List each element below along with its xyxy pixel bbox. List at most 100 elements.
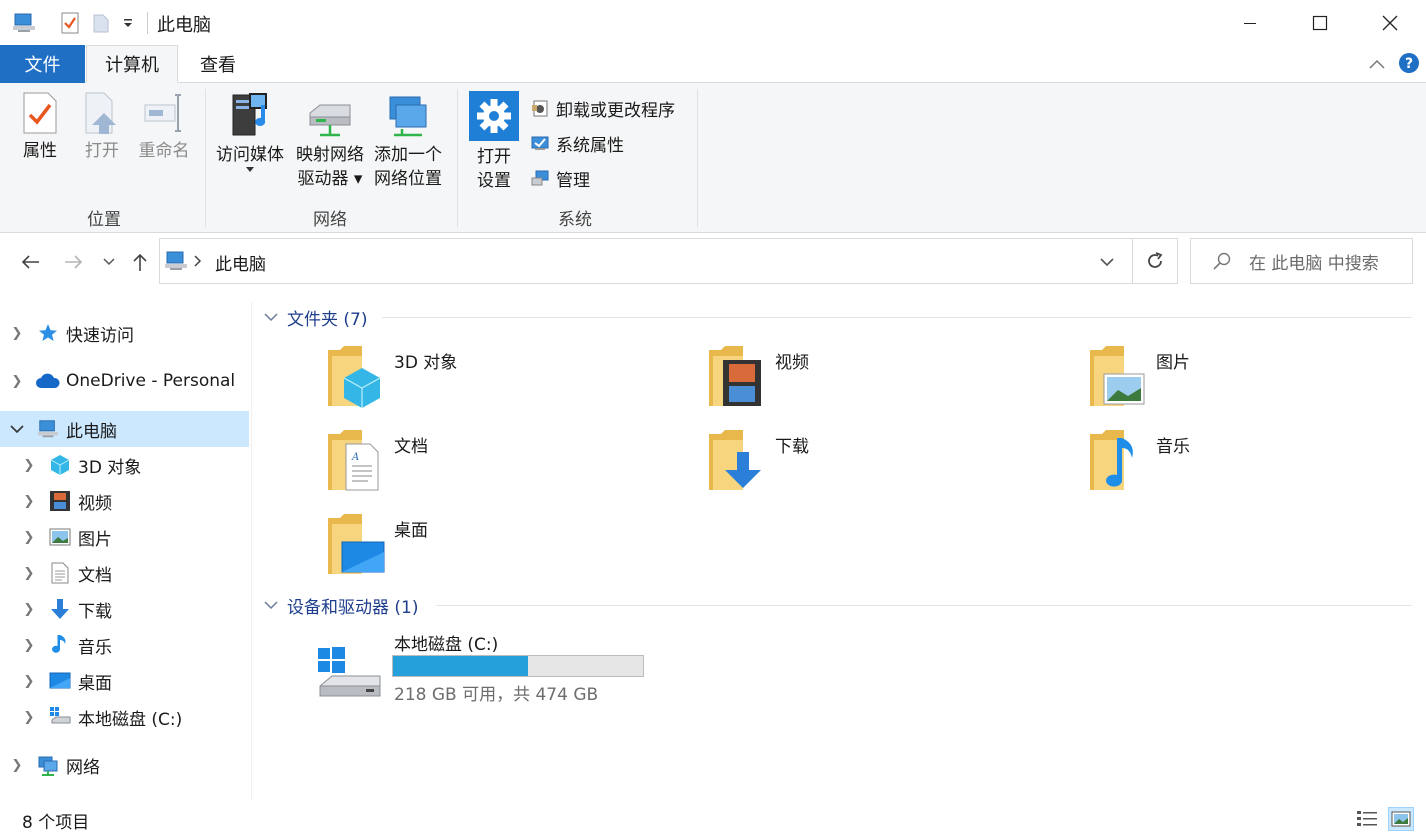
sidebar-item-videos[interactable]: ❯ 视频 bbox=[0, 483, 249, 519]
sidebar-item-3d-objects[interactable]: ❯ 3D 对象 bbox=[0, 447, 249, 483]
chevron-right-icon[interactable]: ❯ bbox=[9, 757, 25, 773]
back-button[interactable] bbox=[16, 248, 44, 276]
sidebar-item-pictures[interactable]: ❯ 图片 bbox=[0, 519, 249, 555]
rename-label: 重命名 bbox=[138, 141, 190, 161]
chevron-right-icon[interactable]: ❯ bbox=[9, 325, 25, 341]
rename-button[interactable]: 重命名 bbox=[136, 91, 192, 163]
hard-drive-icon bbox=[50, 707, 71, 724]
chevron-right-icon[interactable]: ❯ bbox=[9, 373, 25, 389]
access-media-button[interactable]: 访问媒体 bbox=[214, 91, 286, 172]
system-properties-label: 系统属性 bbox=[556, 135, 624, 156]
sidebar-item-local-disk[interactable]: ❯ 本地磁盘 (C:) bbox=[0, 699, 249, 735]
folder-desktop-icon bbox=[328, 514, 385, 574]
navigation-pane: ❯ 快速访问 ❯ OneDrive - Personal 此电脑 ❯ 3D 对象… bbox=[0, 302, 252, 800]
sidebar-item-this-pc[interactable]: 此电脑 bbox=[0, 411, 249, 447]
properties-quick-icon[interactable] bbox=[58, 10, 82, 36]
sidebar-item-onedrive[interactable]: ❯ OneDrive - Personal bbox=[0, 363, 249, 399]
folder-3d-objects[interactable]: 3D 对象 bbox=[326, 346, 686, 426]
chevron-right-icon[interactable]: ❯ bbox=[21, 637, 37, 653]
status-bar: 8 个项目 bbox=[0, 801, 1426, 837]
folder-downloads[interactable]: 下载 bbox=[707, 430, 1067, 510]
sidebar-item-documents[interactable]: ❯ 文档 bbox=[0, 555, 249, 591]
refresh-icon bbox=[1148, 252, 1163, 268]
manage-button[interactable]: 管理 bbox=[530, 165, 590, 191]
uninstall-program-button[interactable]: 卸载或更改程序 bbox=[530, 95, 675, 121]
ribbon: 属性 打开 重命名 位置 访问媒体 映射网络 驱动器 ▾ 添加一个 网络位置 网… bbox=[0, 83, 1426, 233]
section-divider bbox=[382, 317, 1412, 318]
chevron-down-icon[interactable] bbox=[9, 421, 25, 437]
recent-locations-button[interactable] bbox=[97, 248, 121, 276]
sidebar-label: 桌面 bbox=[78, 673, 112, 694]
maximize-button[interactable] bbox=[1285, 0, 1355, 45]
ribbon-tabs: 文件 计算机 查看 ? bbox=[0, 45, 1426, 83]
folder-pictures[interactable]: 图片 bbox=[1088, 346, 1426, 426]
map-network-drive-button[interactable]: 映射网络 驱动器 ▾ bbox=[292, 91, 368, 191]
breadcrumb-separator-icon[interactable] bbox=[194, 255, 202, 267]
chevron-right-icon[interactable]: ❯ bbox=[21, 493, 37, 509]
chevron-down-icon bbox=[264, 312, 278, 321]
sidebar-item-downloads[interactable]: ❯ 下载 bbox=[0, 591, 249, 627]
large-icons-view-button[interactable] bbox=[1388, 807, 1414, 831]
arrow-left-icon bbox=[21, 255, 39, 269]
details-view-button[interactable] bbox=[1355, 807, 1379, 831]
new-folder-quick-icon[interactable] bbox=[90, 10, 112, 36]
forward-button[interactable] bbox=[60, 248, 88, 276]
add-network-location-button[interactable]: 添加一个 网络位置 bbox=[370, 91, 446, 191]
address-history-button[interactable] bbox=[1096, 251, 1118, 273]
group-label-network: 网络 bbox=[313, 210, 347, 230]
sidebar-label: 图片 bbox=[78, 529, 112, 550]
system-properties-button[interactable]: 系统属性 bbox=[530, 130, 624, 156]
address-bar[interactable]: 此电脑 bbox=[159, 238, 1133, 284]
chevron-right-icon[interactable]: ❯ bbox=[21, 565, 37, 581]
folders-section-header[interactable]: 文件夹 (7) bbox=[264, 304, 367, 330]
chevron-right-icon[interactable]: ❯ bbox=[21, 673, 37, 689]
tab-view[interactable]: 查看 bbox=[180, 45, 256, 83]
arrow-right-icon bbox=[65, 255, 83, 269]
sidebar-item-network[interactable]: ❯ 网络 bbox=[0, 747, 249, 783]
open-settings-label-2: 设置 bbox=[477, 171, 511, 191]
chevron-right-icon[interactable]: ❯ bbox=[21, 529, 37, 545]
sidebar-item-music[interactable]: ❯ 音乐 bbox=[0, 627, 249, 663]
customize-quick-access-icon[interactable] bbox=[118, 10, 138, 36]
window-title: 此电脑 bbox=[157, 15, 211, 36]
devices-section-header[interactable]: 设备和驱动器 (1) bbox=[264, 592, 418, 618]
open-button[interactable]: 打开 bbox=[80, 91, 124, 163]
open-icon bbox=[85, 92, 116, 134]
computer-icon[interactable] bbox=[10, 10, 38, 36]
close-button[interactable] bbox=[1355, 0, 1425, 45]
folder-videos[interactable]: 视频 bbox=[707, 346, 1067, 426]
collapse-ribbon-button[interactable] bbox=[1366, 53, 1388, 75]
help-button[interactable]: ? bbox=[1398, 52, 1420, 74]
sidebar-label: 音乐 bbox=[78, 637, 112, 658]
chevron-right-icon[interactable]: ❯ bbox=[21, 601, 37, 617]
network-drive-icon bbox=[309, 104, 351, 137]
drive-usage-fill bbox=[393, 656, 528, 676]
properties-button[interactable]: 属性 bbox=[18, 91, 62, 163]
tab-file[interactable]: 文件 bbox=[0, 45, 85, 83]
sidebar-item-quick-access[interactable]: ❯ 快速访问 bbox=[0, 315, 249, 351]
open-settings-button[interactable]: 打开 设置 bbox=[466, 91, 522, 193]
drive-free-space: 218 GB 可用，共 474 GB bbox=[394, 685, 599, 705]
search-box[interactable]: 在 此电脑 中搜索 bbox=[1190, 238, 1413, 284]
up-button[interactable] bbox=[126, 248, 154, 276]
properties-label: 属性 bbox=[23, 141, 57, 161]
map-drive-label-2: 驱动器 ▾ bbox=[297, 169, 363, 189]
refresh-button[interactable] bbox=[1132, 238, 1178, 284]
sidebar-label: 快速访问 bbox=[66, 325, 134, 346]
group-label-location: 位置 bbox=[87, 210, 121, 230]
uninstall-icon bbox=[532, 100, 548, 117]
add-location-label-2: 网络位置 bbox=[374, 169, 442, 189]
sidebar-label: 本地磁盘 (C:) bbox=[78, 709, 183, 730]
picture-icon bbox=[49, 528, 71, 546]
sidebar-item-desktop[interactable]: ❯ 桌面 bbox=[0, 663, 249, 699]
search-icon bbox=[1213, 252, 1231, 270]
tab-computer[interactable]: 计算机 bbox=[86, 45, 178, 83]
map-drive-label-1: 映射网络 bbox=[296, 145, 364, 165]
breadcrumb-this-pc[interactable]: 此电脑 bbox=[215, 250, 266, 275]
folder-desktop[interactable]: 桌面 bbox=[326, 514, 686, 594]
folder-documents[interactable]: A 文档 bbox=[326, 430, 686, 510]
chevron-right-icon[interactable]: ❯ bbox=[21, 709, 37, 725]
folder-music[interactable]: 音乐 bbox=[1088, 430, 1426, 510]
minimize-button[interactable] bbox=[1215, 0, 1285, 45]
chevron-right-icon[interactable]: ❯ bbox=[21, 457, 37, 473]
